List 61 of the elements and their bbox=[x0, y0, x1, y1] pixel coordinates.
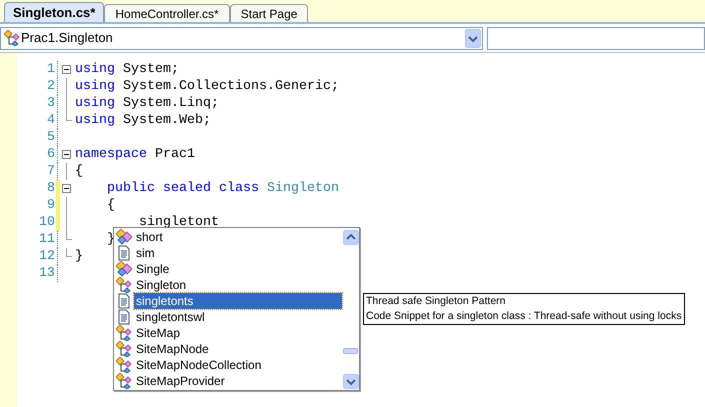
line-number: 8 bbox=[46, 180, 55, 197]
code-line: { bbox=[74, 163, 83, 180]
type-dropdown[interactable]: Prac1.Singleton bbox=[0, 26, 483, 50]
code-line: using System; bbox=[74, 61, 179, 78]
completion-item[interactable]: SiteMap bbox=[114, 325, 342, 341]
completion-item[interactable]: SiteMapNodeCollection bbox=[114, 357, 342, 373]
completion-item[interactable]: Singleton bbox=[114, 277, 342, 293]
diamonds-icon bbox=[116, 229, 132, 245]
line-number: 6 bbox=[46, 146, 55, 163]
code-line: using System.Linq; bbox=[74, 95, 219, 112]
code-line: singletont bbox=[138, 214, 219, 231]
collapse-icon[interactable] bbox=[62, 184, 71, 193]
line-number: 4 bbox=[46, 112, 55, 129]
line-number: 11 bbox=[38, 231, 55, 248]
scroll-down-button[interactable] bbox=[342, 374, 358, 389]
line-number: 13 bbox=[38, 265, 55, 282]
class-icon bbox=[116, 325, 132, 341]
line-number: 5 bbox=[46, 129, 55, 146]
line-number: 2 bbox=[46, 78, 55, 95]
class-icon bbox=[116, 277, 132, 293]
member-dropdown[interactable] bbox=[487, 26, 705, 50]
dropdown-value: Prac1.Singleton bbox=[21, 29, 114, 48]
line-number: 9 bbox=[46, 197, 55, 214]
completion-item[interactable]: short bbox=[114, 229, 342, 245]
completion-item[interactable]: Single bbox=[114, 261, 342, 277]
class-icon bbox=[116, 373, 132, 389]
chevron-down-icon[interactable] bbox=[465, 28, 481, 48]
completion-item[interactable]: SiteMapNode bbox=[114, 341, 342, 357]
code-line: } bbox=[74, 248, 83, 265]
line-number: 12 bbox=[38, 248, 55, 265]
document-icon bbox=[116, 245, 132, 261]
class-icon bbox=[116, 341, 132, 357]
document-icon bbox=[116, 309, 132, 325]
completion-item[interactable]: SiteMapProvider bbox=[114, 373, 342, 389]
code-line: using System.Collections.Generic; bbox=[74, 78, 339, 95]
code-line: { bbox=[106, 197, 115, 214]
collapse-icon[interactable] bbox=[62, 150, 71, 159]
class-icon bbox=[4, 30, 20, 46]
collapse-icon[interactable] bbox=[62, 65, 71, 74]
editor-tab[interactable]: Start Page bbox=[230, 4, 308, 22]
editor-tab[interactable]: Singleton.cs* bbox=[4, 2, 104, 22]
outline-line bbox=[66, 163, 67, 180]
code-line: namespace Prac1 bbox=[74, 146, 195, 163]
line-number: 1 bbox=[46, 61, 55, 78]
code-line: } bbox=[106, 231, 115, 248]
editor-tab[interactable]: HomeController.cs* bbox=[104, 4, 230, 22]
tooltip-description: Code Snippet for a singleton class : Thread-safe without using locks bbox=[366, 309, 682, 324]
line-number: 7 bbox=[46, 163, 55, 180]
completion-item[interactable]: singletontswl bbox=[114, 309, 342, 325]
diamonds-icon bbox=[116, 261, 132, 277]
document-icon bbox=[116, 293, 132, 309]
outline-end bbox=[66, 112, 72, 121]
scroll-thumb[interactable] bbox=[343, 348, 358, 354]
code-line: public sealed class Singleton bbox=[106, 180, 339, 197]
tooltip-title: Thread safe Singleton Pattern bbox=[366, 294, 507, 309]
class-icon bbox=[116, 357, 132, 373]
line-number: 3 bbox=[46, 95, 55, 112]
line-number: 10 bbox=[38, 214, 55, 231]
code-line: using System.Web; bbox=[74, 112, 211, 129]
scroll-up-button[interactable] bbox=[342, 230, 358, 245]
completion-item[interactable]: sim bbox=[114, 245, 342, 261]
